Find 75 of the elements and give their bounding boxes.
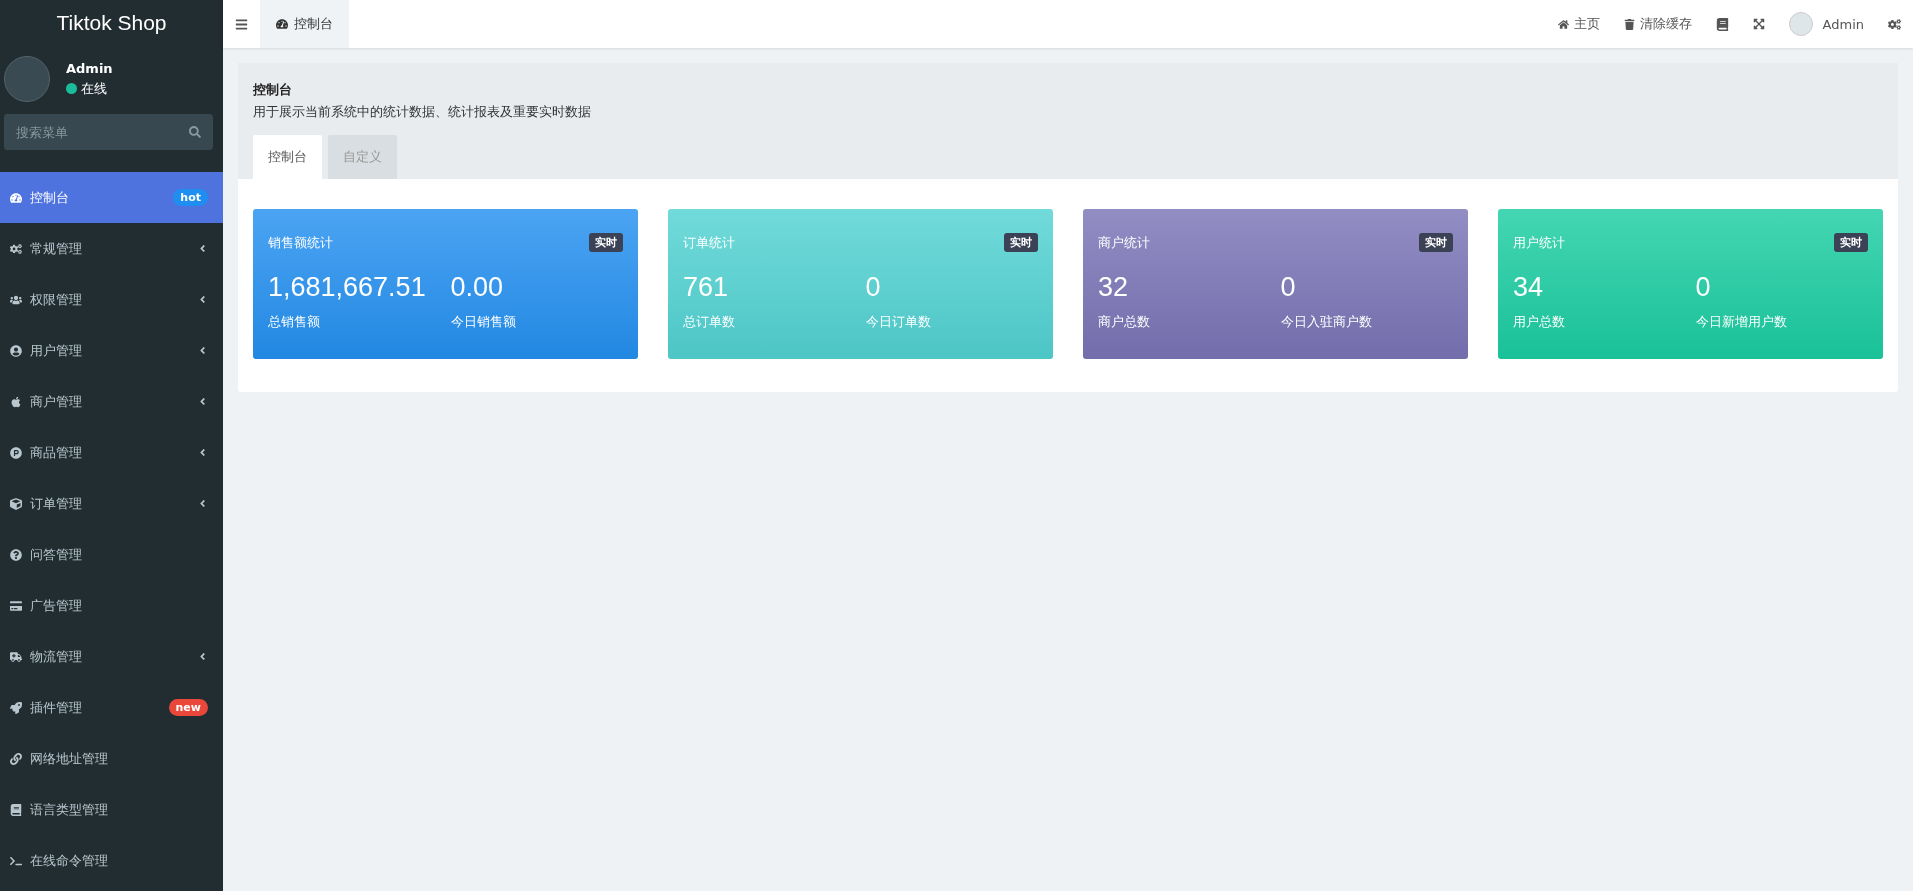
menu-item-icon bbox=[10, 191, 22, 204]
header-link[interactable]: 主页 bbox=[1546, 0, 1613, 48]
realtime-badge: 实时 bbox=[589, 233, 623, 252]
card-title: 商户统计 bbox=[1098, 233, 1150, 252]
menu-item-icon bbox=[10, 395, 22, 408]
stat-label: 今日入驻商户数 bbox=[1280, 313, 1373, 331]
menu-item-icon bbox=[10, 242, 22, 255]
book-icon bbox=[1716, 17, 1730, 31]
menu-item[interactable]: 物流管理 bbox=[0, 631, 223, 682]
user-avatar bbox=[4, 56, 50, 102]
menu-item-icon bbox=[10, 854, 22, 867]
menu-badge: new bbox=[168, 699, 208, 716]
stat-value: 0 bbox=[865, 272, 882, 303]
stat-value: 761 bbox=[683, 272, 730, 303]
settings-icon bbox=[1888, 17, 1901, 31]
menu-search-field[interactable]: 搜索菜单 bbox=[4, 114, 213, 150]
header-link[interactable]: 清除缓存 bbox=[1612, 0, 1705, 48]
stat-value: 32 bbox=[1098, 272, 1130, 303]
card-title: 订单统计 bbox=[683, 233, 735, 252]
stat-value: 34 bbox=[1513, 272, 1545, 303]
stat-value: 1,681,667.51 bbox=[268, 272, 427, 303]
menu-item-icon bbox=[10, 650, 22, 663]
user-name: Admin bbox=[66, 60, 113, 76]
stat-label: 今日销售额 bbox=[450, 313, 517, 331]
menu-item-icon bbox=[10, 548, 22, 561]
menu-item-icon bbox=[10, 803, 22, 816]
card-title: 销售额统计 bbox=[268, 233, 333, 252]
card-title: 用户统计 bbox=[1513, 233, 1565, 252]
menu-item[interactable]: 用户管理 bbox=[0, 325, 223, 376]
menu-item-icon bbox=[10, 293, 22, 306]
menu-item[interactable]: 广告管理 bbox=[0, 580, 223, 631]
menu-item-icon bbox=[10, 752, 22, 765]
menu-item-icon bbox=[10, 599, 22, 612]
panel-description: 用于展示当前系统中的统计数据、统计报表及重要实时数据 bbox=[253, 103, 592, 121]
menu-item[interactable]: 控制台 hot bbox=[0, 172, 223, 223]
stat-label: 用户总数 bbox=[1513, 313, 1566, 331]
menu-item-icon bbox=[10, 497, 22, 510]
menu-item[interactable]: 问答管理 bbox=[0, 529, 223, 580]
realtime-badge: 实时 bbox=[1834, 233, 1868, 252]
stat-label: 商户总数 bbox=[1098, 313, 1151, 331]
panel-title: 控制台 bbox=[253, 81, 293, 99]
menu-item[interactable]: 订单管理 bbox=[0, 478, 223, 529]
realtime-badge: 实时 bbox=[1419, 233, 1453, 252]
menu-item[interactable]: 权限管理 bbox=[0, 274, 223, 325]
page-tab[interactable]: 控制台 bbox=[260, 0, 349, 48]
header-avatar bbox=[1789, 12, 1814, 36]
menu-badge: hot bbox=[173, 189, 208, 206]
realtime-badge: 实时 bbox=[1004, 233, 1038, 252]
menu-item[interactable]: 网络地址管理 bbox=[0, 733, 223, 784]
app-logo: Tiktok Shop bbox=[55, 10, 168, 36]
stat-label: 总销售额 bbox=[268, 313, 321, 331]
fullscreen-icon bbox=[1753, 18, 1766, 30]
gauge-icon bbox=[276, 18, 288, 30]
stat-value: 0 bbox=[1695, 272, 1712, 303]
menu-item[interactable]: 常规管理 bbox=[0, 223, 223, 274]
menu-item-icon bbox=[10, 446, 22, 459]
user-status: 在线 bbox=[81, 79, 107, 98]
stat-value: 0.00 bbox=[450, 272, 505, 303]
panel-tab[interactable]: 控制台 bbox=[253, 135, 322, 179]
menu-item[interactable]: 在线命令管理 bbox=[0, 835, 223, 886]
stat-label: 今日新增用户数 bbox=[1695, 313, 1788, 331]
home-icon bbox=[1558, 18, 1570, 30]
menu-item[interactable]: 商品管理 bbox=[0, 427, 223, 478]
menu-icon bbox=[235, 17, 248, 31]
menu-item[interactable]: 商户管理 bbox=[0, 376, 223, 427]
search-icon bbox=[189, 126, 201, 138]
menu-item-icon bbox=[10, 344, 22, 357]
user-menu-button[interactable]: Admin bbox=[1777, 0, 1876, 48]
trash-icon bbox=[1624, 18, 1636, 30]
menu-item[interactable]: 插件管理 new bbox=[0, 682, 223, 733]
stat-value: 0 bbox=[1280, 272, 1297, 303]
stat-label: 总订单数 bbox=[683, 313, 736, 331]
menu-item-icon bbox=[10, 701, 22, 714]
stat-label: 今日订单数 bbox=[865, 313, 932, 331]
menu-item[interactable]: 语言类型管理 bbox=[0, 784, 223, 835]
